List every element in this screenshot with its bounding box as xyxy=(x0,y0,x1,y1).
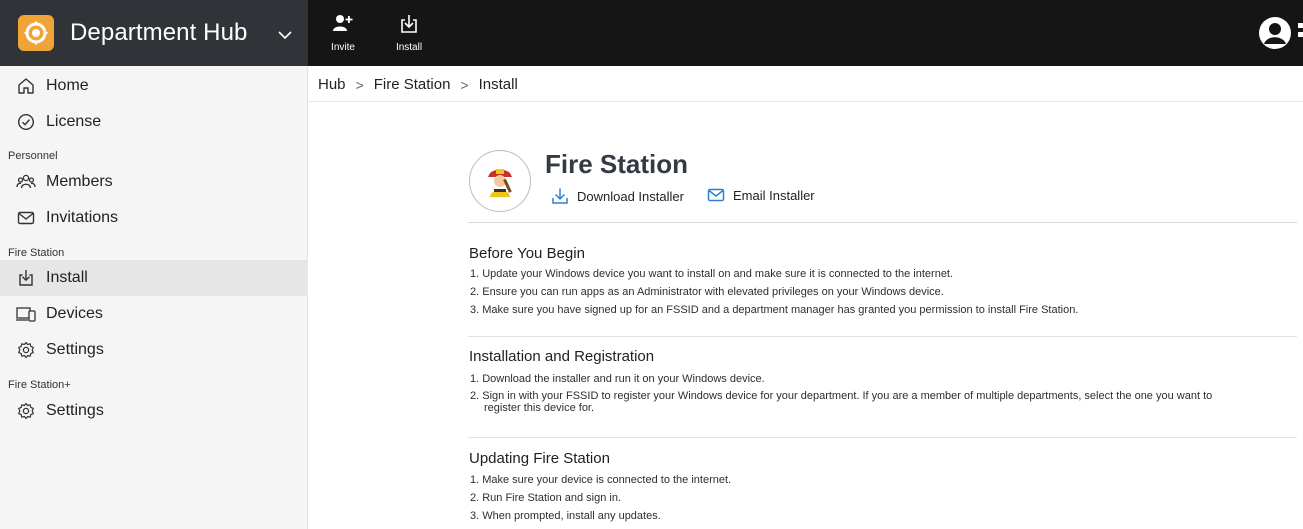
sidebar-item-label: Install xyxy=(46,269,88,286)
overflow-menu-icon[interactable] xyxy=(1297,20,1303,48)
chevron-down-icon[interactable] xyxy=(278,27,292,45)
sidebar-item-devices[interactable]: Devices xyxy=(0,296,308,332)
install-icon xyxy=(399,14,419,39)
section-title-updating: Updating Fire Station xyxy=(469,450,610,467)
envelope-icon xyxy=(707,188,725,202)
install-button[interactable]: Install xyxy=(387,14,431,58)
list-item: 3. Make sure you have signed up for an F… xyxy=(470,304,1079,316)
download-installer-label: Download Installer xyxy=(577,188,684,204)
download-installer-link[interactable]: Download Installer xyxy=(551,187,684,205)
envelope-icon xyxy=(16,208,36,228)
breadcrumb-install: Install xyxy=(478,76,518,93)
breadcrumb-hub[interactable]: Hub xyxy=(318,76,346,93)
invite-label: Invite xyxy=(331,42,355,53)
home-icon xyxy=(16,76,36,96)
devices-icon xyxy=(16,304,36,324)
gear-icon xyxy=(16,340,36,360)
section-heading-personnel: Personnel xyxy=(8,150,58,162)
list-item-continuation: register this device for. xyxy=(484,402,595,414)
app-switcher[interactable]: Department Hub xyxy=(0,0,308,66)
firefighter-icon xyxy=(469,150,531,212)
list-item: 3. When prompted, install any updates. xyxy=(470,510,661,522)
list-item: 1. Download the installer and run it on … xyxy=(470,373,765,385)
breadcrumb-separator-icon: > xyxy=(460,76,469,93)
gear-icon xyxy=(16,401,36,421)
email-installer-link[interactable]: Email Installer xyxy=(707,187,815,203)
list-item: 2. Ensure you can run apps as an Adminis… xyxy=(470,286,944,298)
install-label: Install xyxy=(395,42,423,53)
download-icon xyxy=(552,188,568,204)
sidebar-item-invitations[interactable]: Invitations xyxy=(0,200,308,236)
divider xyxy=(308,101,1303,102)
divider xyxy=(468,437,1297,438)
list-item: 1. Update your Windows device you want t… xyxy=(470,268,954,280)
divider xyxy=(468,222,1297,223)
sidebar-item-label: License xyxy=(46,113,102,130)
sidebar-item-label: Settings xyxy=(46,402,104,419)
list-item: 2. Sign in with your FSSID to register y… xyxy=(470,390,1213,402)
breadcrumb: Hub > Fire Station > Install xyxy=(318,76,518,93)
breadcrumb-fire-station[interactable]: Fire Station xyxy=(374,76,451,93)
sidebar-item-label: Invitations xyxy=(46,209,119,226)
section-title-before-you-begin: Before You Begin xyxy=(469,245,585,262)
sidebar: Home License Personnel Members Invitatio… xyxy=(0,66,308,529)
check-circle-icon xyxy=(16,112,36,132)
invite-button[interactable]: Invite xyxy=(321,14,365,58)
app-title: Department Hub xyxy=(70,19,248,46)
install-icon xyxy=(16,268,36,288)
sidebar-item-label: Home xyxy=(46,77,89,94)
top-bar: Department Hub Invite Install xyxy=(0,0,1303,66)
list-item: 2. Run Fire Station and sign in. xyxy=(470,492,622,504)
department-logo-icon xyxy=(18,15,54,51)
product-title: Fire Station xyxy=(545,149,689,179)
sidebar-item-plus-settings[interactable]: Settings xyxy=(0,393,308,429)
sidebar-item-label: Settings xyxy=(46,341,104,358)
divider xyxy=(468,336,1297,337)
sidebar-item-label: Members xyxy=(46,173,113,190)
section-title-installation-registration: Installation and Registration xyxy=(469,348,655,365)
breadcrumb-separator-icon: > xyxy=(355,76,364,93)
sidebar-item-label: Devices xyxy=(46,305,103,322)
sidebar-item-home[interactable]: Home xyxy=(0,68,308,104)
email-installer-label: Email Installer xyxy=(733,187,815,203)
sidebar-item-license[interactable]: License xyxy=(0,104,308,140)
sidebar-item-settings[interactable]: Settings xyxy=(0,332,308,368)
section-heading-fire-station-plus: Fire Station+ xyxy=(8,379,71,391)
members-icon xyxy=(16,172,36,192)
sidebar-item-members[interactable]: Members xyxy=(0,164,308,200)
sidebar-item-install[interactable]: Install xyxy=(0,260,308,296)
add-user-icon xyxy=(332,14,354,39)
list-item: 1. Make sure your device is connected to… xyxy=(470,474,732,486)
user-avatar-icon[interactable] xyxy=(1258,16,1292,50)
section-heading-fire-station: Fire Station xyxy=(8,247,65,259)
